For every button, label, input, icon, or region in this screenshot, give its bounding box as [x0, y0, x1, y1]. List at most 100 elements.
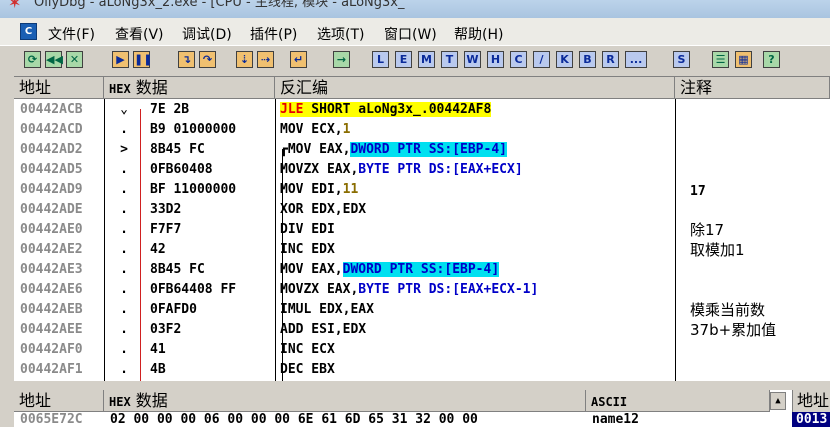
menu-window[interactable]: 窗口(W) — [384, 24, 437, 44]
memory-map-button[interactable]: M — [418, 51, 435, 68]
cpu-disassembly-pane[interactable]: 地址 HEX 数据 反汇编 注释 00442ACB ⌄ 7E 2B JLE SH… — [14, 76, 830, 382]
scroll-up-arrow-icon[interactable]: ▲ — [770, 392, 786, 410]
step-into-icon[interactable]: ↴ — [178, 51, 195, 68]
memory-operand: BYTE PTR DS:[EAX+ECX-1] — [358, 282, 539, 297]
dump-header-hex[interactable]: HEX 数据 — [104, 390, 586, 412]
disasm-row[interactable]: 00442AF0 . 41 INC ECX — [14, 340, 830, 360]
menu-view[interactable]: 查看(V) — [115, 24, 164, 44]
row-marker: . — [120, 262, 128, 277]
trace-into-icon[interactable]: ⇣ — [236, 51, 253, 68]
stack-selected-value[interactable]: 0013 — [792, 412, 830, 427]
close-icon[interactable]: ✕ — [66, 51, 83, 68]
handles-button[interactable]: H — [487, 51, 504, 68]
patches-button[interactable]: / — [533, 51, 550, 68]
disasm-row[interactable]: 00442AE3 . 8B45 FC MOV EAX,DWORD PTR SS:… — [14, 260, 830, 280]
run-icon[interactable]: ▶ — [112, 51, 129, 68]
row-address: 00442AF0 — [20, 342, 83, 357]
disasm-row[interactable]: 00442AE0 . F7F7 DIV EDI 除17 — [14, 220, 830, 240]
row-address: 00442AD9 — [20, 182, 83, 197]
hex-prefix: HEX — [109, 82, 131, 96]
menu-plugins[interactable]: 插件(P) — [250, 24, 297, 44]
disasm-row[interactable]: 00442AEE . 03F2 ADD ESI,EDX 37b+累加值 — [14, 320, 830, 340]
menu-file[interactable]: 文件(F) — [48, 24, 95, 44]
row-marker: . — [120, 222, 128, 237]
windows-button[interactable]: W — [464, 51, 481, 68]
instruction: MOV EAX, — [280, 262, 343, 277]
help-icon[interactable]: ? — [763, 51, 780, 68]
operand: SHORT aLoNg3x_.00442AF8 — [303, 102, 492, 117]
row-hex: BF 11000000 — [150, 182, 237, 197]
disasm-row[interactable]: 00442AD5 . 0FB60408 MOVZX EAX,BYTE PTR D… — [14, 160, 830, 180]
window-title: OllyDbg - aLoNg3x_2.exe - [CPU - 主线程, 模块… — [34, 0, 405, 10]
row-marker: . — [120, 162, 128, 177]
disasm-row[interactable]: 00442AE2 . 42 INC EDX 取模加1 — [14, 240, 830, 260]
column-header-hex[interactable]: HEX 数据 — [104, 77, 275, 99]
goto-icon[interactable]: → — [333, 51, 350, 68]
row-hex: F7F7 — [150, 222, 182, 237]
menu-options[interactable]: 选项(T) — [317, 24, 364, 44]
row-disasm: IMUL EDX,EAX — [280, 300, 670, 320]
row-disasm: MOV ECX,1 — [280, 120, 670, 140]
jump-target-marker: > — [120, 142, 128, 157]
dump-hex-prefix: HEX — [109, 395, 131, 409]
stack-header-address[interactable]: 地址 — [792, 390, 830, 412]
threads-button[interactable]: T — [441, 51, 458, 68]
row-address: 00442ADE — [20, 202, 83, 217]
dump-header-address[interactable]: 地址 — [14, 390, 104, 412]
menu-debug[interactable]: 调试(D) — [182, 24, 232, 44]
pane-splitter[interactable] — [14, 381, 830, 390]
disasm-row[interactable]: 00442ACD . B9 01000000 MOV ECX,1 — [14, 120, 830, 140]
disasm-row[interactable]: 00442AF1 . 4B DEC EBX — [14, 360, 830, 380]
dump-header-ascii[interactable]: ASCII — [586, 390, 770, 412]
restart-icon[interactable]: ◀◀ — [45, 51, 63, 68]
row-disasm: MOVZX EAX,BYTE PTR DS:[EAX+ECX-1] — [280, 280, 670, 300]
run-trace-button[interactable]: ... — [625, 51, 647, 68]
open-icon[interactable]: ⟳ — [24, 51, 41, 68]
instruction: MOV ECX, — [280, 122, 343, 137]
list-icon[interactable]: ☰ — [712, 51, 729, 68]
disasm-row[interactable]: 00442AD9 . BF 11000000 MOV EDI,11 17 — [14, 180, 830, 200]
source-button[interactable]: S — [673, 51, 690, 68]
call-stack-button[interactable]: K — [556, 51, 573, 68]
left-border — [0, 76, 14, 427]
dump-row-hex: 02 00 00 00 06 00 00 00 6E 61 6D 65 31 3… — [110, 412, 478, 427]
column-header-disasm[interactable]: 反汇编 — [275, 77, 675, 99]
disasm-row[interactable]: 00442AEB . 0FAFD0 IMUL EDX,EAX 模乘当前数 — [14, 300, 830, 320]
disasm-row[interactable]: 00442ACB ⌄ 7E 2B JLE SHORT aLoNg3x_.0044… — [14, 100, 830, 120]
row-comment: 37b+累加值 — [690, 321, 777, 339]
row-hex: 33D2 — [150, 202, 182, 217]
trace-over-icon[interactable]: ⇢ — [257, 51, 274, 68]
disasm-row[interactable]: 00442AD2 > 8B45 FC ┏MOV EAX,DWORD PTR SS… — [14, 140, 830, 160]
instruction: MOVZX EAX, — [280, 282, 359, 297]
instruction: DIV EDI — [280, 222, 335, 237]
row-hex: 0FB60408 — [150, 162, 213, 177]
disasm-row[interactable]: 00442ADE . 33D2 XOR EDX,EDX — [14, 200, 830, 220]
dump-row-address: 0065E72C — [20, 412, 83, 427]
pause-icon[interactable]: ❚❚ — [133, 51, 152, 68]
grid-icon[interactable]: ▦ — [735, 51, 752, 68]
execute-till-return-icon[interactable]: ↵ — [290, 51, 307, 68]
title-bar: ✶ OllyDbg - aLoNg3x_2.exe - [CPU - 主线程, … — [0, 0, 830, 18]
hex-label: 数据 — [135, 78, 168, 97]
step-over-icon[interactable]: ↷ — [199, 51, 216, 68]
row-disasm: XOR EDX,EDX — [280, 200, 670, 220]
cpu-button[interactable]: C — [510, 51, 527, 68]
executable-modules-button[interactable]: E — [395, 51, 412, 68]
dump-row-ascii: name12 — [592, 412, 639, 427]
menu-help[interactable]: 帮助(H) — [454, 24, 503, 44]
log-window-button[interactable]: L — [372, 51, 389, 68]
row-address: 00442AE0 — [20, 222, 83, 237]
memory-dump-pane[interactable]: 地址 HEX 数据 ASCII 0065E72C 02 00 00 00 06 … — [14, 390, 814, 427]
references-button[interactable]: R — [602, 51, 619, 68]
cpu-window-icon[interactable]: C — [20, 23, 37, 40]
row-disasm: INC EDX — [280, 240, 670, 260]
row-marker: . — [120, 342, 128, 357]
disasm-row[interactable]: 00442AE6 . 0FB64408 FF MOVZX EAX,BYTE PT… — [14, 280, 830, 300]
breakpoints-button[interactable]: B — [579, 51, 596, 68]
column-header-address[interactable]: 地址 — [14, 77, 104, 99]
instruction: MOVZX EAX, — [280, 162, 359, 177]
column-header-comment[interactable]: 注释 — [675, 77, 830, 99]
menu-bar: C 文件(F) 查看(V) 调试(D) 插件(P) 选项(T) 窗口(W) 帮助… — [0, 18, 830, 45]
jump-marker: ⌄ — [120, 102, 128, 117]
memory-operand: BYTE PTR DS:[EAX+ECX] — [358, 162, 523, 177]
